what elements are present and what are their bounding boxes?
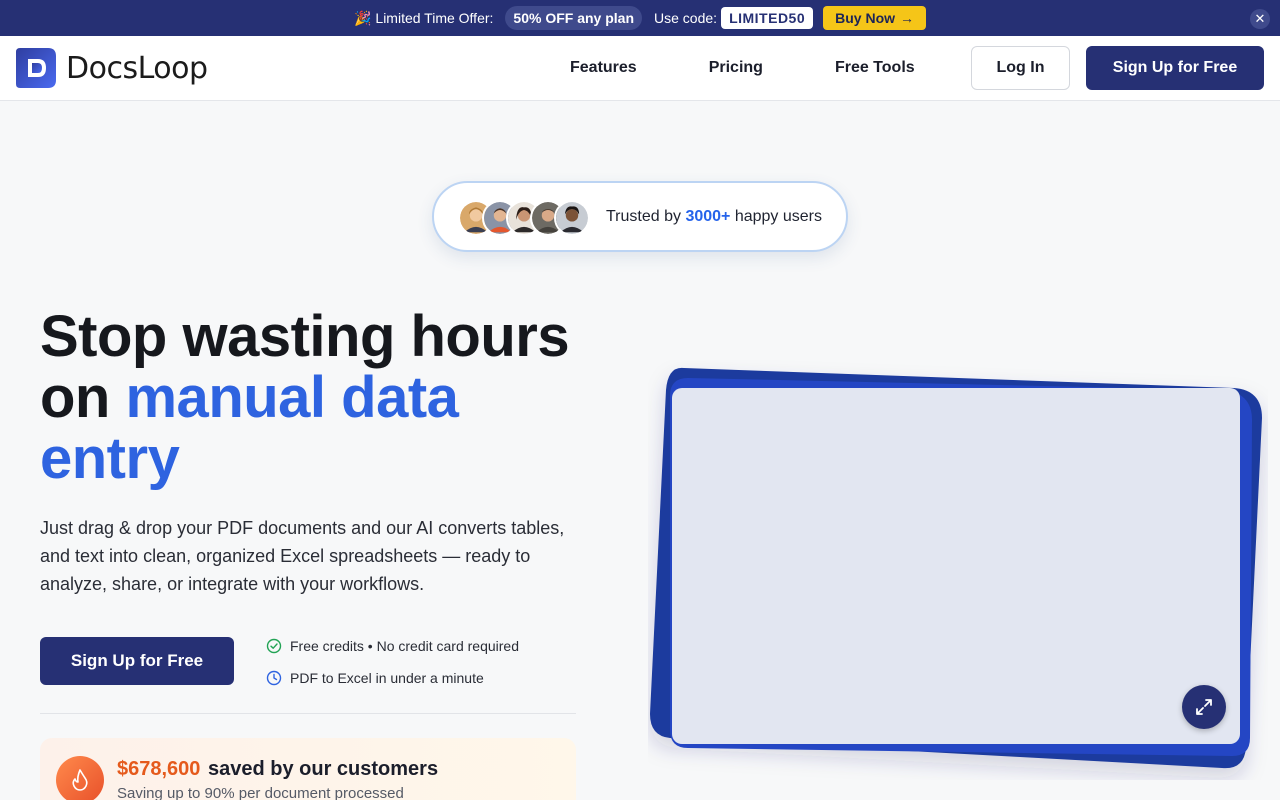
savings-subtext: Saving up to 90% per document processed: [117, 785, 404, 800]
trust-prefix: Trusted by: [606, 208, 686, 225]
nav-free-tools[interactable]: Free Tools: [799, 59, 951, 77]
trust-text: Trusted by 3000+ happy users: [606, 208, 822, 226]
promo-banner: 🎉 Limited Time Offer: 50% OFF any plan U…: [0, 0, 1280, 36]
promo-code[interactable]: LIMITED50: [721, 7, 814, 29]
logo[interactable]: DocsLoop: [16, 48, 208, 88]
hero-title-accent-2: entry: [40, 426, 180, 491]
savings-card: $678,600 saved by our customers Saving u…: [40, 738, 576, 800]
promo-code-label: Use code:: [654, 10, 718, 26]
nav-pricing[interactable]: Pricing: [673, 59, 799, 77]
clock-icon: [266, 670, 282, 686]
divider: [40, 713, 576, 714]
nav-features[interactable]: Features: [534, 59, 673, 77]
hero-title: Stop wasting hours on manual data entry: [40, 306, 600, 489]
hero-title-accent: manual data: [125, 365, 459, 430]
user-count: 3000+: [685, 208, 731, 225]
promo-text: Limited Time Offer:: [375, 10, 494, 26]
logo-icon: [16, 48, 56, 88]
savings-amount: $678,600: [117, 758, 201, 780]
arrow-right-icon: →: [900, 10, 915, 26]
perk-speed: PDF to Excel in under a minute: [266, 670, 484, 686]
perk-free-credits: Free credits • No credit card required: [266, 638, 519, 654]
hero-title-line1: Stop wasting hours: [40, 304, 570, 369]
avatar: [554, 200, 590, 236]
perk-text: Free credits • No credit card required: [290, 638, 519, 654]
deal-badge: 50% OFF any plan: [505, 6, 643, 30]
site-header: DocsLoop Features Pricing Free Tools Log…: [0, 36, 1280, 101]
user-avatars: [458, 200, 598, 236]
party-icon: 🎉: [353, 9, 372, 26]
buy-now-button[interactable]: Buy Now →: [823, 6, 927, 30]
trust-badge: Trusted by 3000+ happy users: [432, 181, 848, 252]
savings-label: saved by our customers: [208, 758, 439, 780]
hero-description: Just drag & drop your PDF documents and …: [40, 518, 565, 594]
hero-signup-button[interactable]: Sign Up for Free: [40, 637, 234, 685]
brand-name: DocsLoop: [66, 50, 208, 86]
trust-suffix: happy users: [730, 208, 822, 225]
hero-title-on: on: [40, 365, 126, 430]
close-banner-icon[interactable]: ✕: [1250, 9, 1270, 29]
product-preview[interactable]: [648, 360, 1268, 780]
buy-now-label: Buy Now: [835, 10, 896, 26]
check-circle-icon: [266, 638, 282, 654]
header-signup-button[interactable]: Sign Up for Free: [1086, 46, 1264, 90]
login-button[interactable]: Log In: [971, 46, 1070, 90]
flame-icon: [56, 756, 104, 800]
main-nav: Features Pricing Free Tools: [534, 36, 951, 100]
perk-text: PDF to Excel in under a minute: [290, 670, 484, 686]
expand-icon[interactable]: [1182, 685, 1226, 729]
